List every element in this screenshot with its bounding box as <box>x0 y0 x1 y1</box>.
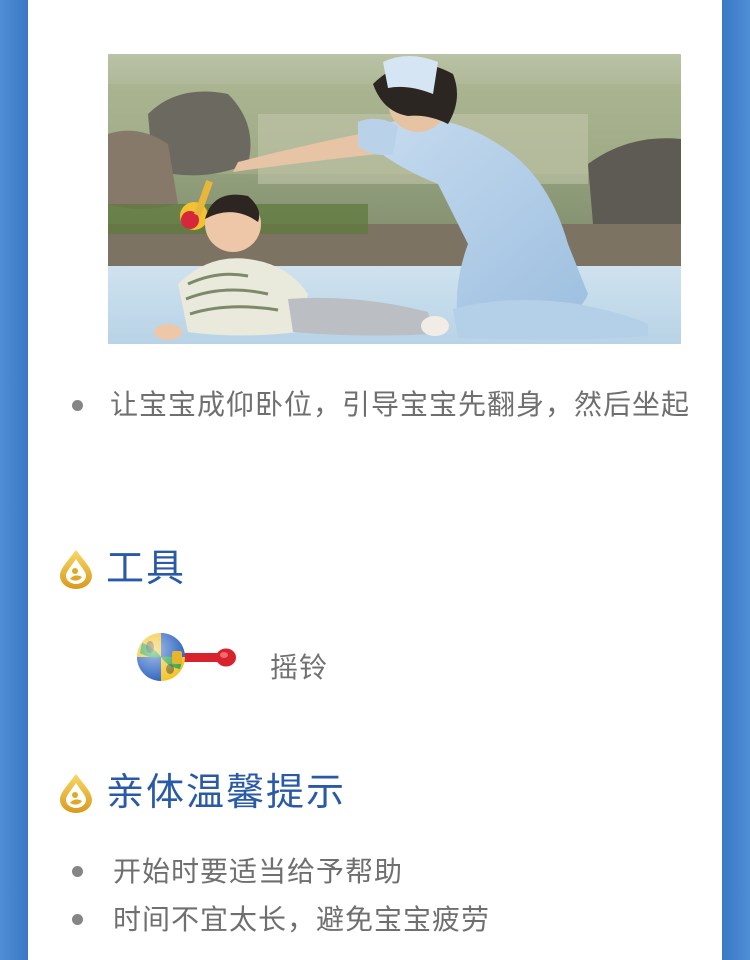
step-instruction: 让宝宝成仰卧位，引导宝宝先翻身，然后坐起 <box>110 389 691 420</box>
tips-title: 亲体温馨提示 <box>106 772 347 814</box>
bullet-dot <box>72 866 83 877</box>
bullet-dot <box>72 914 83 925</box>
content-card: 让宝宝成仰卧位，引导宝宝先翻身，然后坐起 工具 摇铃 亲体温馨提示 开始时要适当… <box>28 0 722 960</box>
rattle-icon <box>137 633 236 681</box>
bullet-dot <box>72 400 83 411</box>
tools-title: 工具 <box>106 548 187 590</box>
tool-item-rattle <box>134 629 240 685</box>
mother-child-logo-icon <box>60 550 92 589</box>
tip-item: 时间不宜太长，避免宝宝疲劳 <box>113 904 491 935</box>
mother-child-logo-icon <box>60 774 92 813</box>
tool-label: 摇铃 <box>270 652 329 683</box>
tools-heading: 工具 <box>58 547 186 591</box>
tips-heading: 亲体温馨提示 <box>58 771 346 815</box>
tip-item: 开始时要适当给予帮助 <box>113 856 404 887</box>
nurse-baby-photo <box>108 54 681 344</box>
